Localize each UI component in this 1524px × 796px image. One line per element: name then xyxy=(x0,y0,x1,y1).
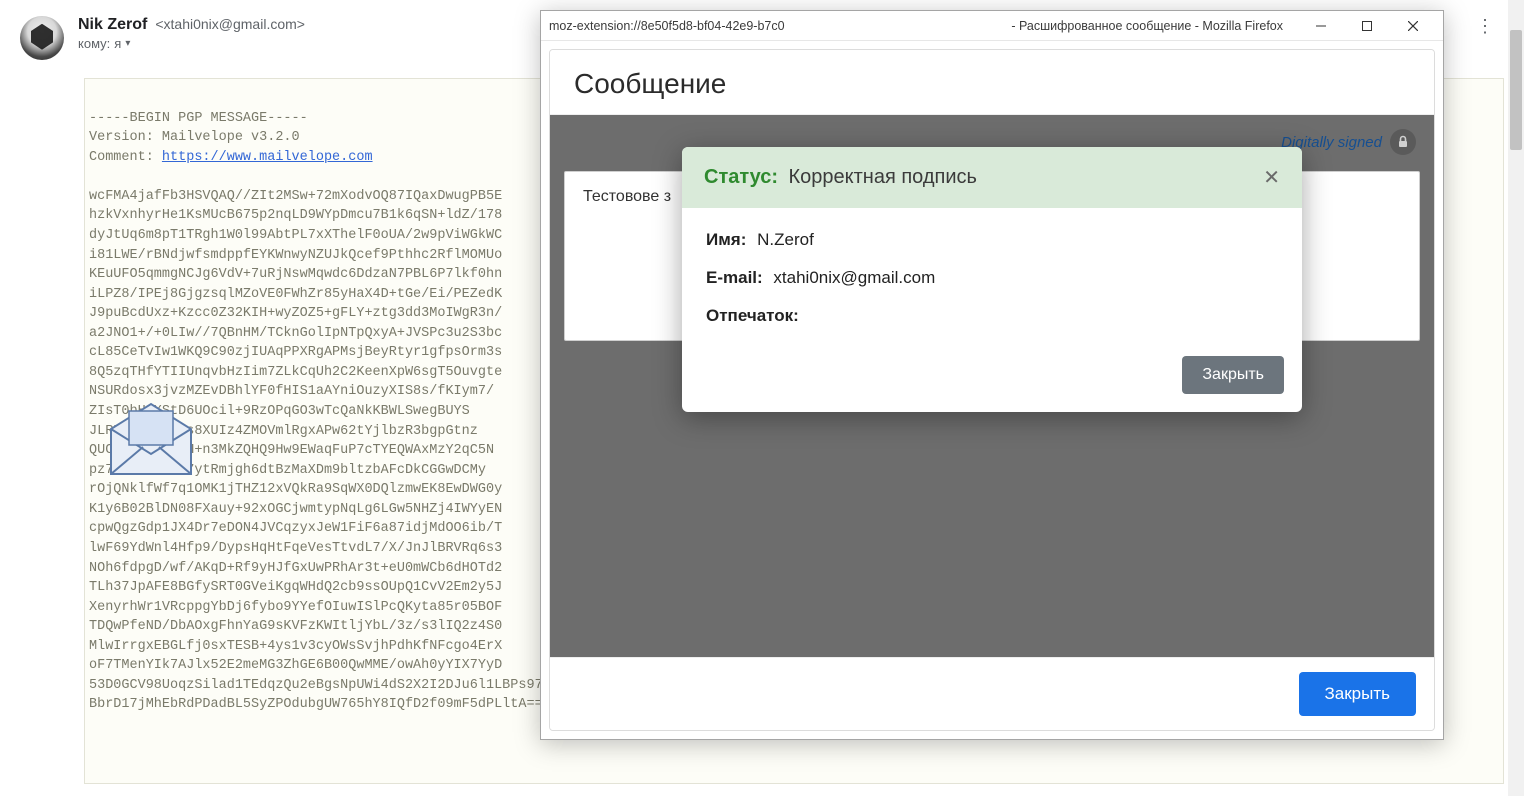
pgp-comment: Comment: https://www.mailvelope.com xyxy=(89,150,373,165)
to-label: кому: xyxy=(78,36,110,51)
fingerprint-label: Отпечаток: xyxy=(706,306,799,325)
window-minimize-button[interactable] xyxy=(1299,12,1343,40)
decrypted-text: Тестовове з xyxy=(583,188,671,205)
popup-heading: Сообщение xyxy=(550,50,1434,115)
window-titlebar[interactable]: moz-extension://8e50f5d8-bf04-42e9-b7c0 … xyxy=(541,11,1443,41)
pgp-version: Version: Mailvelope v3.2.0 xyxy=(89,130,300,145)
page-scrollbar[interactable] xyxy=(1508,0,1524,796)
sender-email: <xtahi0nix@gmail.com> xyxy=(155,16,305,32)
envelope-icon[interactable] xyxy=(101,399,201,479)
email-label: E-mail: xyxy=(706,268,763,287)
to-value: я xyxy=(114,36,121,51)
email-value: xtahi0nix@gmail.com xyxy=(773,268,935,287)
status-body: Имя: N.Zerof E-mail: xtahi0nix@gmail.com… xyxy=(682,208,1302,348)
more-menu-icon[interactable]: ⋮ xyxy=(1476,16,1494,37)
popup-footer: Закрыть xyxy=(550,657,1434,730)
popup-body: Digitally signed Тестовове з Статус: Кор… xyxy=(550,115,1434,657)
window-close-button[interactable] xyxy=(1391,12,1435,40)
window-title: - Расшифрованное сообщение - Mozilla Fir… xyxy=(1011,19,1283,33)
status-label: Статус: xyxy=(704,166,778,188)
status-footer: Закрыть xyxy=(682,348,1302,412)
chevron-down-icon[interactable]: ▾ xyxy=(125,38,130,49)
status-header: Статус: Корректная подпись ✕ xyxy=(682,147,1302,208)
signature-status-modal: Статус: Корректная подпись ✕ Имя: N.Zero… xyxy=(682,147,1302,412)
pgp-begin: -----BEGIN PGP MESSAGE----- xyxy=(89,111,308,126)
status-value: Корректная подпись xyxy=(789,166,977,188)
popup-content: Сообщение Digitally signed Тестовове з С… xyxy=(549,49,1435,731)
mailvelope-link[interactable]: https://www.mailvelope.com xyxy=(162,150,373,165)
window-address: moz-extension://8e50f5d8-bf04-42e9-b7c0 xyxy=(549,19,785,33)
name-value: N.Zerof xyxy=(757,230,814,249)
scrollbar-thumb[interactable] xyxy=(1510,30,1522,150)
lock-icon xyxy=(1390,129,1416,155)
name-label: Имя: xyxy=(706,230,746,249)
avatar[interactable] xyxy=(20,16,64,60)
modal-close-icon[interactable]: ✕ xyxy=(1263,165,1280,190)
popup-close-button[interactable]: Закрыть xyxy=(1299,672,1416,716)
status-close-button[interactable]: Закрыть xyxy=(1182,356,1284,394)
window-maximize-button[interactable] xyxy=(1345,12,1389,40)
sender-name: Nik Zerof xyxy=(78,16,147,34)
decrypt-popup-window: moz-extension://8e50f5d8-bf04-42e9-b7c0 … xyxy=(540,10,1444,740)
